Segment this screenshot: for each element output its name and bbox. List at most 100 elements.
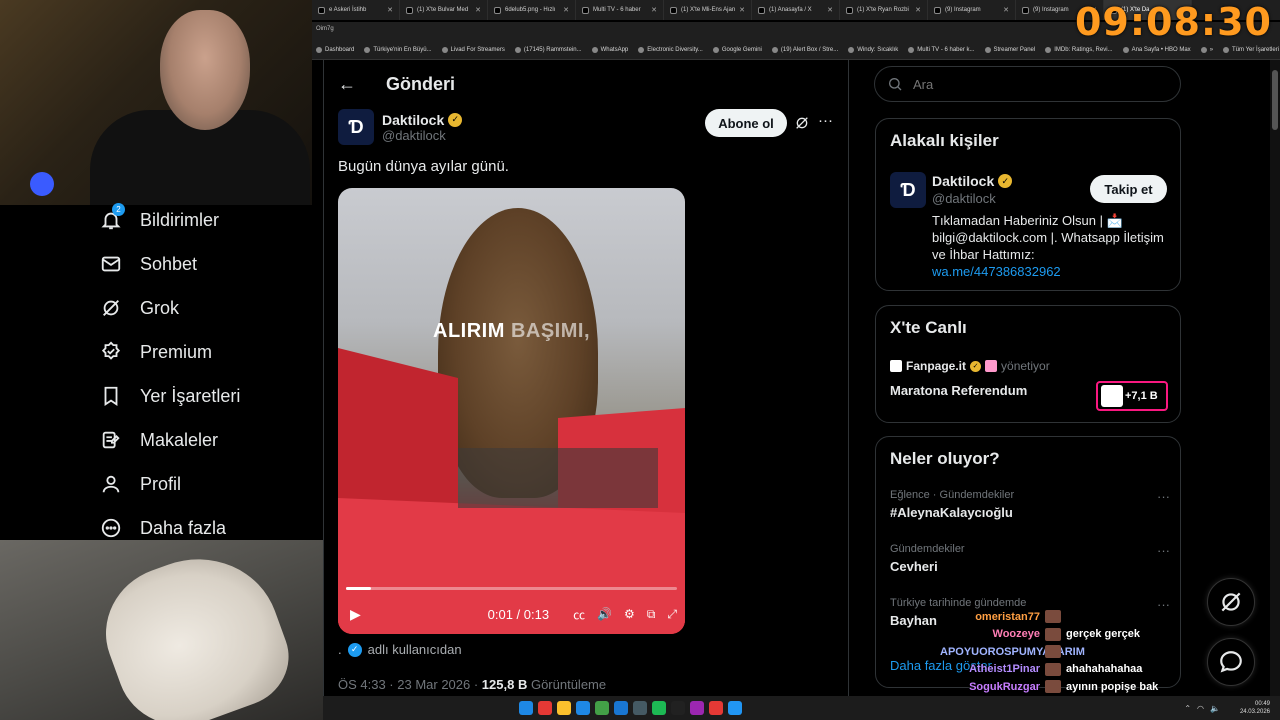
close-icon[interactable]: ✕ bbox=[1003, 6, 1009, 14]
spotify-icon[interactable] bbox=[652, 701, 666, 715]
chevron-up-icon[interactable]: ⌃ bbox=[1184, 704, 1191, 713]
bookmark-icon bbox=[100, 385, 122, 407]
grok-icon[interactable] bbox=[794, 115, 810, 135]
app-icon[interactable] bbox=[690, 701, 704, 715]
volume-icon[interactable]: 🔈 bbox=[1210, 704, 1220, 713]
messages-fab-button[interactable] bbox=[1207, 638, 1255, 686]
pip-icon[interactable]: ⧉ bbox=[647, 607, 656, 622]
chat-message: Atheist1Pinar ahahahahahaa bbox=[940, 661, 1150, 679]
discord-icon[interactable] bbox=[633, 701, 647, 715]
bookmark-item[interactable]: Streamer Panel bbox=[984, 46, 1035, 53]
browser-tab[interactable]: e Askeri İstihb ✕ bbox=[312, 0, 400, 20]
live-listeners-chip[interactable]: +7,1 B bbox=[1096, 381, 1168, 411]
subscribe-button[interactable]: Abone ol bbox=[705, 109, 787, 137]
bookmark-item[interactable]: IMDb: Ratings, Revi... bbox=[1045, 46, 1113, 53]
bookmark-item[interactable]: Dashboard bbox=[316, 46, 354, 53]
browser-tab[interactable]: (1) X'te Mli-Ens Ajan ✕ bbox=[664, 0, 752, 20]
close-icon[interactable]: ✕ bbox=[915, 6, 921, 14]
more-options-icon[interactable]: ··· bbox=[1157, 489, 1170, 504]
settings-gear-icon[interactable]: ⚙ bbox=[624, 607, 635, 621]
author-name[interactable]: Daktilock bbox=[382, 112, 444, 128]
close-icon[interactable]: ✕ bbox=[475, 6, 481, 14]
nav-item-5[interactable]: Yer İşaretleri bbox=[100, 385, 240, 407]
play-icon[interactable]: ▶ bbox=[350, 606, 361, 623]
post-timestamp[interactable]: ÖS 4:33 · 23 Mar 2026 · bbox=[338, 677, 482, 692]
bookmark-item[interactable]: » bbox=[1200, 46, 1213, 53]
trend-item[interactable]: Eğlence · Gündemdekiler #AleynaKalaycıoğ… bbox=[890, 489, 1170, 520]
search-input[interactable] bbox=[913, 76, 1153, 92]
live-host[interactable]: Fanpage.it ✓ yönetiyor bbox=[890, 359, 1050, 373]
bookmark-item[interactable]: Ana Sayfa • HBO Max bbox=[1122, 46, 1191, 53]
browser-tab[interactable]: 6delub5.png - Hızlı ✕ bbox=[488, 0, 576, 20]
live-event-title[interactable]: Maratona Referendum bbox=[890, 383, 1027, 398]
more-options-icon[interactable]: ··· bbox=[1157, 597, 1170, 612]
bookmark-favicon-icon bbox=[771, 46, 778, 53]
video-time: 0:01 / 0:13 bbox=[487, 606, 550, 622]
chat-text: gerçek gerçek bbox=[1066, 628, 1140, 641]
browser-icon[interactable] bbox=[576, 701, 590, 715]
nav-item-2[interactable]: Sohbet bbox=[100, 253, 197, 275]
wifi-icon[interactable]: ◠ bbox=[1197, 704, 1204, 713]
scrollbar-thumb[interactable] bbox=[1272, 70, 1278, 130]
captions-icon[interactable]: ㏄ bbox=[573, 606, 585, 623]
app-icon[interactable] bbox=[728, 701, 742, 715]
bookmark-item[interactable]: Tüm Yer İşaretleri bbox=[1223, 46, 1279, 53]
nav-item-7[interactable]: Profil bbox=[100, 473, 181, 495]
bookmark-item[interactable]: Electronic Diversity... bbox=[638, 46, 703, 53]
grok-fab-button[interactable] bbox=[1207, 578, 1255, 626]
browser-tab[interactable]: Multi TV - 6 haber ✕ bbox=[576, 0, 664, 20]
search-box[interactable] bbox=[874, 66, 1181, 102]
trend-item[interactable]: Gündemdekiler Cevheri ··· bbox=[890, 543, 1170, 574]
bookmark-item[interactable]: Windy: Sıcaklık bbox=[848, 46, 898, 53]
related-handle[interactable]: @daktilock bbox=[932, 191, 996, 206]
browser-tab[interactable]: (9) Instagram ✕ bbox=[928, 0, 1016, 20]
windows-start-icon[interactable] bbox=[519, 701, 533, 715]
browser-tab[interactable]: (1) X'te Ryan Rozbi ✕ bbox=[840, 0, 928, 20]
nav-item-1[interactable]: 2 Bildirimler bbox=[100, 203, 219, 231]
more-options-icon[interactable]: ··· bbox=[818, 112, 833, 129]
browser-tab[interactable]: (1) X'te Bulvar Med ✕ bbox=[400, 0, 488, 20]
video-progress-bar[interactable] bbox=[346, 587, 677, 590]
nav-item-3[interactable]: Grok bbox=[100, 297, 179, 319]
bookmark-item[interactable]: (19) Alert Box / Stre... bbox=[771, 46, 838, 53]
follow-button[interactable]: Takip et bbox=[1090, 175, 1167, 203]
nav-item-label: Grok bbox=[140, 297, 180, 318]
bookmark-item[interactable]: Multi TV - 6 haber k... bbox=[908, 46, 975, 53]
browser-tab[interactable]: (1) Anasayfa / X ✕ bbox=[752, 0, 840, 20]
app-icon[interactable] bbox=[614, 701, 628, 715]
video-player[interactable]: ALIRIM BAŞIMI, ▶ 0:01 / 0:13 ㏄ 🔊 ⚙ ⧉ ⤢ bbox=[338, 188, 685, 634]
app-icon[interactable] bbox=[709, 701, 723, 715]
bookmark-item[interactable]: Google Gemini bbox=[712, 46, 762, 53]
close-icon[interactable]: ✕ bbox=[563, 6, 569, 14]
bookmark-item[interactable]: Livad For Streamers bbox=[441, 46, 505, 53]
back-arrow-icon[interactable]: ← bbox=[338, 74, 356, 95]
taskbar-icons bbox=[519, 701, 742, 715]
bookmark-item[interactable]: WhatsApp bbox=[591, 46, 628, 53]
fullscreen-icon[interactable]: ⤢ bbox=[667, 607, 677, 622]
close-icon[interactable]: ✕ bbox=[827, 6, 833, 14]
volume-icon[interactable]: 🔊 bbox=[597, 607, 612, 621]
from-user-text[interactable]: adlı kullanıcıdan bbox=[368, 642, 462, 657]
system-clock[interactable]: 00:49 24.03.2026 bbox=[1240, 700, 1270, 716]
explorer-icon[interactable] bbox=[557, 701, 571, 715]
more-options-icon[interactable]: ··· bbox=[1157, 543, 1170, 558]
author-handle[interactable]: @daktilock bbox=[382, 128, 462, 143]
close-icon[interactable]: ✕ bbox=[387, 6, 393, 14]
nav-item-6[interactable]: Makaleler bbox=[100, 429, 218, 451]
post-author[interactable]: Ɗ Daktilock ✓ @daktilock bbox=[338, 109, 463, 145]
close-icon[interactable]: ✕ bbox=[739, 6, 745, 14]
chrome-icon[interactable] bbox=[538, 701, 552, 715]
page-scrollbar[interactable] bbox=[1270, 60, 1280, 696]
bookmark-item[interactable]: (17145) Rammstein... bbox=[514, 46, 582, 53]
bookmark-item[interactable]: Türkiye'nin En Büyü... bbox=[364, 46, 432, 53]
steam-icon[interactable] bbox=[595, 701, 609, 715]
nav-item-4[interactable]: Premium bbox=[100, 341, 212, 363]
nav-item-8[interactable]: Daha fazla bbox=[100, 517, 226, 539]
app-icon[interactable] bbox=[671, 701, 685, 715]
related-name[interactable]: Daktilock bbox=[932, 173, 994, 189]
avatar[interactable]: Ɗ bbox=[338, 109, 374, 145]
avatar[interactable]: Ɗ bbox=[890, 172, 926, 208]
mail-icon bbox=[100, 253, 122, 275]
bio-link[interactable]: wa.me/447386832962 bbox=[932, 264, 1061, 279]
close-icon[interactable]: ✕ bbox=[651, 6, 657, 14]
